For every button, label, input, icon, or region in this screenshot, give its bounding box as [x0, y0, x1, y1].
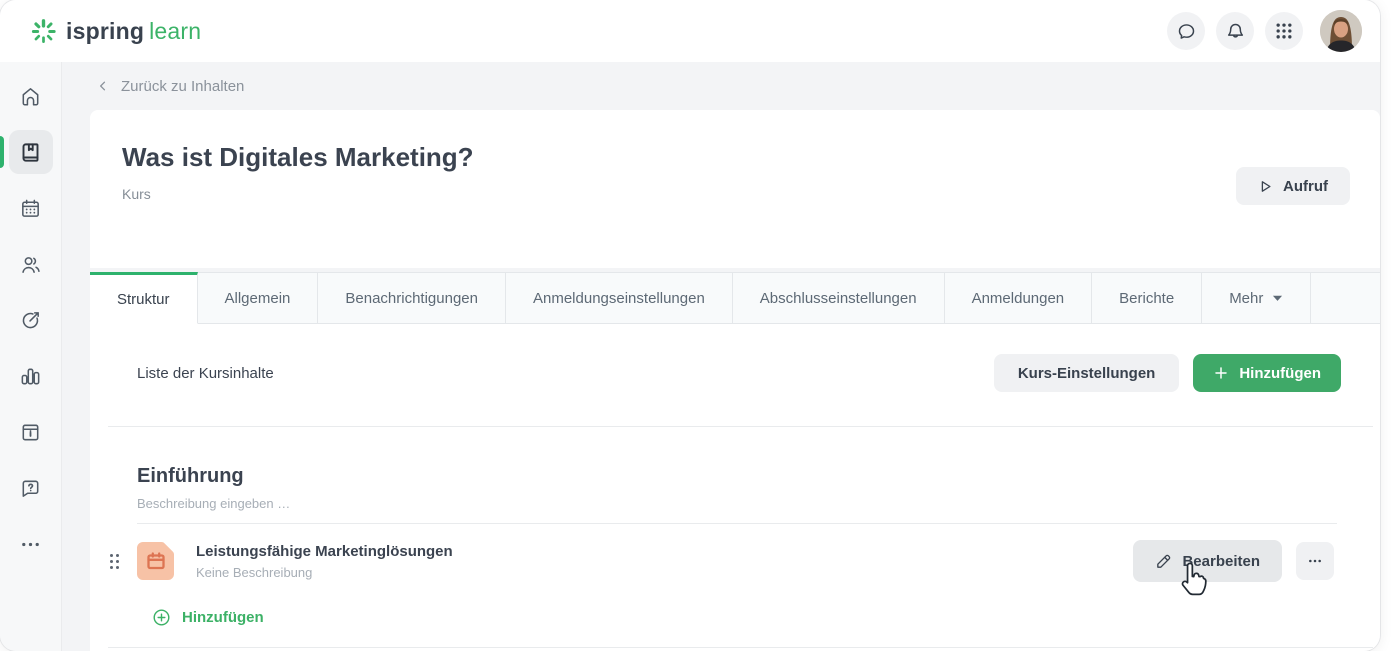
- drag-handle[interactable]: [106, 553, 122, 570]
- chapter-description-placeholder[interactable]: Beschreibung eingeben …: [137, 496, 1380, 511]
- main-area: Zurück zu Inhalten Was ist Digitales Mar…: [62, 62, 1380, 651]
- course-tabs: Struktur Allgemein Benachrichtigungen An…: [90, 272, 1380, 324]
- apps-grid-icon[interactable]: [1265, 12, 1303, 50]
- notifications-bell-icon[interactable]: [1216, 12, 1254, 50]
- breadcrumb[interactable]: Zurück zu Inhalten: [62, 62, 1380, 110]
- help-chat-icon: [19, 477, 42, 500]
- page-title: Was ist Digitales Marketing?: [122, 142, 1380, 173]
- content-list-label: Liste der Kursinhalte: [137, 365, 274, 382]
- sidebar-item-goals[interactable]: [9, 298, 53, 342]
- bottom-divider: [108, 647, 1373, 648]
- topbar: ispringlearn: [0, 0, 1380, 62]
- item-more-button[interactable]: [1296, 542, 1334, 580]
- sidebar-item-calendar[interactable]: [9, 186, 53, 230]
- chevron-down-icon: [1272, 294, 1283, 302]
- plus-icon: [1213, 365, 1229, 381]
- sidebar-item-help[interactable]: [9, 466, 53, 510]
- preview-button[interactable]: Aufruf: [1236, 167, 1350, 205]
- course-settings-button[interactable]: Kurs-Einstellungen: [994, 354, 1180, 392]
- add-item-link[interactable]: Hinzufügen: [152, 608, 264, 627]
- more-ellipsis-icon: [1307, 553, 1323, 569]
- tab-allgemein[interactable]: Allgemein: [198, 272, 319, 324]
- ispring-learn-logo[interactable]: ispringlearn: [30, 18, 201, 45]
- info-window-icon: [19, 421, 42, 444]
- goals-target-icon: [19, 309, 42, 332]
- tab-abschlusseinstellungen[interactable]: Abschlusseinstellungen: [733, 272, 945, 324]
- tab-anmeldungen[interactable]: Anmeldungen: [945, 272, 1093, 324]
- plus-circle-icon: [152, 608, 171, 627]
- chevron-left-icon: [96, 79, 110, 93]
- tab-anmeldungseinstellungen[interactable]: Anmeldungseinstellungen: [506, 272, 733, 324]
- content-item-subtitle: Keine Beschreibung: [196, 565, 453, 580]
- users-icon: [19, 253, 42, 276]
- course-file-calendar-icon: [135, 540, 177, 582]
- sidebar-item-info[interactable]: [9, 410, 53, 454]
- reports-chart-icon: [19, 365, 42, 388]
- edit-button[interactable]: Bearbeiten: [1133, 540, 1282, 582]
- pencil-icon: [1155, 553, 1172, 570]
- tab-berichte[interactable]: Berichte: [1092, 272, 1202, 324]
- sidebar-item-users[interactable]: [9, 242, 53, 286]
- page-subtitle: Kurs: [122, 186, 1380, 202]
- sidebar-item-reports[interactable]: [9, 354, 53, 398]
- course-structure-panel: Liste der Kursinhalte Kurs-Einstellungen…: [90, 324, 1380, 651]
- courses-book-icon: [19, 141, 42, 164]
- app-window: ispringlearn: [0, 0, 1380, 651]
- tab-struktur[interactable]: Struktur: [90, 272, 198, 324]
- tab-bar-filler: [1311, 272, 1380, 324]
- sidebar-item-more[interactable]: [9, 522, 53, 566]
- more-ellipsis-icon: [19, 533, 42, 556]
- content-item-row: Leistungsfähige Marketinglösungen Keine …: [90, 524, 1380, 598]
- tab-benachrichtigungen[interactable]: Benachrichtigungen: [318, 272, 506, 324]
- messages-icon[interactable]: [1167, 12, 1205, 50]
- sidebar-item-courses[interactable]: [9, 130, 53, 174]
- tab-mehr[interactable]: Mehr: [1202, 272, 1311, 324]
- topbar-actions: [1167, 10, 1362, 52]
- calendar-icon: [19, 197, 42, 220]
- sidebar-item-home[interactable]: [9, 74, 53, 118]
- user-avatar[interactable]: [1320, 10, 1362, 52]
- home-icon: [19, 85, 42, 108]
- breadcrumb-label: Zurück zu Inhalten: [121, 78, 244, 95]
- course-header-card: Was ist Digitales Marketing? Kurs Aufruf: [90, 110, 1380, 268]
- play-icon: [1258, 179, 1273, 194]
- logo-text: ispringlearn: [66, 18, 201, 45]
- chapter-title: Einführung: [137, 465, 1380, 488]
- ispring-spinner-icon: [30, 18, 57, 45]
- add-content-button[interactable]: Hinzufügen: [1193, 354, 1341, 392]
- content-item-title[interactable]: Leistungsfähige Marketinglösungen: [196, 543, 453, 560]
- sidebar-nav: [0, 62, 62, 651]
